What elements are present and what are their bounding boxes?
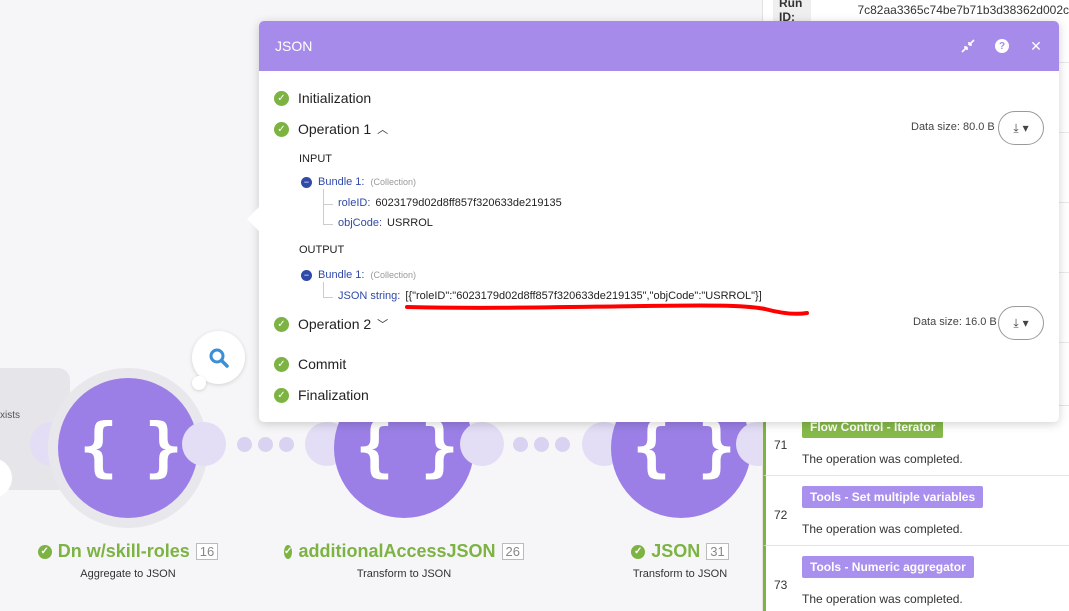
phase-commit[interactable]: ✓ Commit — [274, 356, 346, 372]
module-name[interactable]: Dn w/skill-roles — [58, 541, 190, 562]
output-bundle[interactable]: − Bundle 1: (Collection) — [301, 269, 416, 281]
phase-label: Commit — [298, 356, 347, 372]
json-braces-icon: { } — [632, 411, 736, 485]
log-entry-number: 71 — [774, 438, 788, 452]
check-icon: ✓ — [631, 544, 646, 559]
log-entry-number: 72 — [774, 508, 788, 522]
module-label: ✓ Dn w/skill-roles 16 Aggregate to JSON — [18, 541, 238, 580]
bundle-name: Bundle 1: — [318, 269, 365, 281]
json-braces-icon: { } — [79, 411, 183, 485]
download-button[interactable]: ⤓ ▾ — [998, 306, 1044, 340]
log-entry-tag[interactable]: Tools - Set multiple variables — [802, 486, 984, 508]
field-value: 6023179d02d8ff857f320633de219135 — [375, 197, 562, 209]
phase-label: Operation 1 — [298, 121, 372, 137]
route-dot — [237, 437, 252, 452]
route-dot — [513, 437, 528, 452]
bundle-type: (Collection) — [370, 177, 416, 187]
dialog-title: JSON — [275, 38, 313, 54]
minus-icon[interactable]: − — [301, 176, 312, 188]
route-dot — [258, 437, 273, 452]
phase-label: Finalization — [298, 387, 369, 403]
phase-label: Initialization — [298, 90, 372, 106]
check-icon: ✓ — [274, 316, 289, 332]
run-id-value: 7c82aa3365c74be7b71b3d38362d002c — [857, 3, 1069, 17]
connector-dot — [182, 422, 226, 466]
chevron-down-icon: ▾ — [1022, 121, 1029, 135]
route-dot — [279, 437, 294, 452]
module-subtitle: Transform to JSON — [632, 568, 728, 580]
input-field-objcode: objCode: USRROL — [338, 217, 433, 229]
module-subtitle: Aggregate to JSON — [80, 568, 176, 580]
run-id-row: Run ID: 7c82aa3365c74be7b71b3d38362d002c — [763, 0, 1069, 26]
check-icon: ✓ — [37, 544, 52, 559]
data-size: Data size: 16.0 B — [913, 316, 997, 328]
check-icon: ✓ — [274, 356, 289, 372]
check-icon: ✓ — [274, 90, 289, 106]
module-label: ✓ additionalAccessJSON 26 Transform to J… — [284, 541, 524, 580]
chevron-up-icon[interactable]: ︿ — [377, 121, 388, 137]
module-number: 16 — [195, 543, 219, 560]
log-entry[interactable]: 72 Tools - Set multiple variables The op… — [763, 475, 1069, 545]
input-section-label: INPUT — [299, 153, 332, 165]
log-entry-text: The operation was completed. — [802, 592, 963, 606]
collapse-icon[interactable] — [961, 39, 975, 53]
log-entry-number: 73 — [774, 578, 788, 592]
input-field-roleid: roleID: 6023179d02d8ff857f320633de219135 — [338, 197, 562, 209]
field-key: objCode: — [338, 217, 383, 229]
bundle-type: (Collection) — [370, 270, 416, 280]
route-dot — [534, 437, 549, 452]
download-icon: ⤓ — [1013, 315, 1019, 330]
field-key: JSON string: — [338, 290, 401, 302]
phase-label: Operation 2 — [298, 316, 372, 332]
module-number: 26 — [501, 543, 524, 560]
phase-operation-2[interactable]: ✓ Operation 2 ﹀ — [274, 316, 388, 332]
download-icon: ⤓ — [1013, 120, 1019, 135]
module-stub-label: xists — [0, 410, 20, 421]
check-icon: ✓ — [274, 387, 289, 403]
module-number: 31 — [706, 543, 729, 560]
field-key: roleID: — [338, 197, 371, 209]
phase-finalization[interactable]: ✓ Finalization — [274, 387, 369, 403]
inspect-bubble-tail — [192, 376, 206, 390]
red-underline-annotation — [405, 303, 809, 316]
module-label: ✓ JSON 31 Transform to JSON — [600, 541, 760, 580]
phase-operation-1[interactable]: ✓ Operation 1 ︿ — [274, 121, 388, 137]
bundle-name: Bundle 1: — [318, 176, 365, 188]
module-name[interactable]: additionalAccessJSON — [298, 541, 495, 562]
tree-connector — [323, 189, 333, 205]
minus-icon[interactable]: − — [301, 269, 312, 281]
check-icon: ✓ — [274, 121, 289, 137]
operation-inspector-dialog: JSON ? ✕ ✓ Initialization ✓ Operation 1 … — [247, 21, 1059, 422]
phase-initialization[interactable]: ✓ Initialization — [274, 90, 371, 106]
log-entry[interactable]: 73 Tools - Numeric aggregator The operat… — [763, 545, 1069, 611]
chevron-down-icon[interactable]: ﹀ — [377, 316, 388, 332]
route-dot — [555, 437, 570, 452]
dialog-header: JSON ? ✕ — [259, 21, 1059, 71]
log-entry-text: The operation was completed. — [802, 522, 963, 536]
check-icon: ✓ — [284, 544, 293, 559]
close-icon[interactable]: ✕ — [1029, 38, 1043, 54]
dialog-pointer — [247, 207, 259, 231]
log-entry-tag[interactable]: Tools - Numeric aggregator — [802, 556, 974, 578]
module-name[interactable]: JSON — [651, 541, 700, 562]
module-dn-skill-roles[interactable]: { } — [58, 378, 198, 518]
input-bundle[interactable]: − Bundle 1: (Collection) — [301, 176, 416, 188]
connector-dot — [460, 422, 504, 466]
tree-connector — [323, 282, 333, 298]
search-icon — [209, 348, 229, 368]
log-entry-text: The operation was completed. — [802, 452, 963, 466]
field-value: USRROL — [387, 217, 433, 229]
module-subtitle: Transform to JSON — [356, 568, 452, 580]
data-size: Data size: 80.0 B — [911, 121, 995, 133]
download-button[interactable]: ⤓ ▾ — [998, 111, 1044, 145]
chevron-down-icon: ▾ — [1022, 316, 1029, 330]
output-section-label: OUTPUT — [299, 244, 345, 256]
json-braces-icon: { } — [355, 411, 459, 485]
help-icon[interactable]: ? — [995, 39, 1009, 53]
tree-connector — [323, 205, 333, 225]
